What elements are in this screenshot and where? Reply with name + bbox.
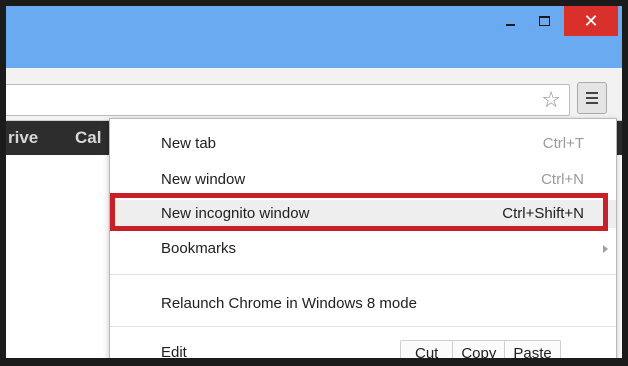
minimize-button[interactable] [493,6,527,36]
paste-button[interactable]: Paste [504,341,560,358]
menu-separator [110,274,616,275]
menu-item-new-window[interactable]: New window Ctrl+N [110,166,616,194]
apps-bar-link-drive[interactable]: rive [8,121,38,155]
title-bar: ✕ [6,6,622,68]
cut-button[interactable]: Cut [401,341,453,358]
menu-item-label: New window [161,171,246,188]
menu-item-edit: Edit Cut Copy Paste [110,335,616,358]
address-bar[interactable]: ☆ [6,84,570,116]
close-icon: ✕ [583,11,599,31]
highlight-annotation-box [110,193,608,231]
browser-toolbar: ☆ [6,68,622,121]
maximize-button[interactable] [527,6,561,36]
menu-item-label: Edit [161,344,187,358]
chrome-menu-button[interactable] [577,82,607,114]
screen-frame: ✕ ☆ rive Cal New tab Ctrl+T New window C… [0,0,628,366]
menu-item-bookmarks[interactable]: Bookmarks [110,235,616,263]
menu-item-label: New tab [161,135,217,152]
copy-button[interactable]: Copy [452,341,505,358]
submenu-arrow-icon [603,245,608,253]
chrome-menu: New tab Ctrl+T New window Ctrl+N New inc… [109,118,617,358]
menu-item-shortcut: Ctrl+T [542,135,584,152]
menu-separator [110,326,616,327]
edit-button-group: Cut Copy Paste [400,340,561,358]
maximize-icon [538,16,550,26]
close-button[interactable]: ✕ [564,6,618,36]
menu-item-relaunch-windows-8-mode[interactable]: Relaunch Chrome in Windows 8 mode [110,290,616,318]
hamburger-icon-line [586,97,598,99]
menu-item-label: Bookmarks [161,240,237,257]
hamburger-icon-line [586,92,598,94]
menu-item-label: Relaunch Chrome in Windows 8 mode [161,295,417,312]
menu-item-new-tab[interactable]: New tab Ctrl+T [110,130,616,158]
star-icon[interactable]: ☆ [541,87,561,113]
browser-window: ✕ ☆ rive Cal New tab Ctrl+T New window C… [6,6,622,358]
apps-bar-link-calendar[interactable]: Cal [75,121,101,155]
hamburger-icon-line [586,102,598,104]
minimize-icon [505,24,515,26]
menu-item-shortcut: Ctrl+N [541,171,584,188]
